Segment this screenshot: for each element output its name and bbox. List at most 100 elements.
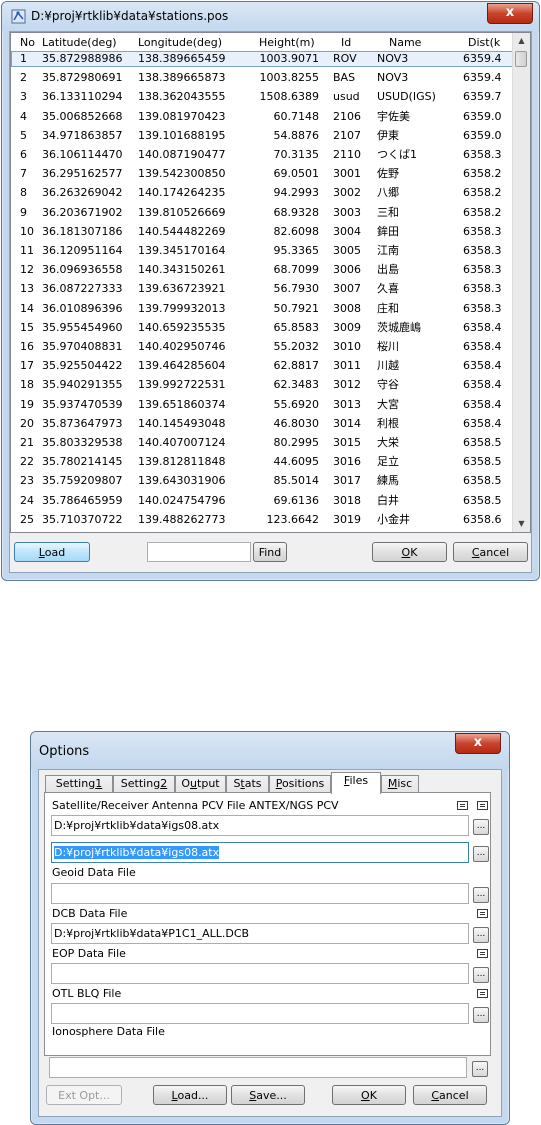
cell-name: 佐野	[377, 167, 399, 181]
table-row[interactable]: 14 36.010896396 139.799932013 50.7921 3008 庄和…	[11, 301, 513, 317]
cell-id: 3015	[333, 436, 361, 449]
browse-ionosphere-button[interactable]: ...	[472, 1061, 488, 1077]
column-header-dist[interactable]: Dist(k	[468, 36, 508, 49]
ionosphere-data-file-field[interactable]	[49, 1057, 467, 1078]
cell-no: 9	[20, 205, 27, 219]
cell-latitude: 34.971863857	[42, 128, 123, 142]
options-load-button[interactable]: Load...	[153, 1085, 227, 1105]
cancel-button[interactable]: Cancel	[453, 542, 528, 562]
cell-height: 1003.9071	[259, 52, 320, 65]
receiver-antenna-pcv-file-field[interactable]: D:¥proj¥rtklib¥data¥igs08.atx	[51, 842, 469, 863]
view-otl-file-icon[interactable]	[477, 989, 488, 998]
view-dcb-file-icon[interactable]	[477, 909, 488, 918]
stations-list[interactable]: No Latitude(deg) Longitude(deg) Height(m…	[10, 32, 531, 533]
cell-longitude: 139.345170164	[138, 244, 226, 257]
cell-longitude: 139.488262773	[138, 512, 226, 526]
table-row[interactable]: 12 36.096936558 140.343150261 68.7099 3006 出島…	[11, 262, 513, 278]
scroll-up-arrow-icon[interactable]: ▲	[513, 33, 530, 49]
browse-geoid-button[interactable]: ...	[473, 887, 489, 903]
cell-id: 3017	[333, 474, 361, 488]
options-save-button[interactable]: Save...	[231, 1085, 305, 1105]
geoid-data-file-field[interactable]	[51, 883, 469, 904]
table-row[interactable]: 13 36.087227333 139.636723921 56.7930 3007 久喜…	[11, 281, 513, 297]
cell-height: 56.7930	[273, 282, 320, 296]
view-satellite-antenna-file-icon[interactable]	[457, 801, 468, 810]
view-receiver-antenna-file-icon[interactable]	[477, 801, 488, 810]
column-header-height[interactable]: Height(m)	[259, 36, 332, 49]
cell-longitude: 138.389665873	[138, 71, 226, 85]
table-row[interactable]: 18 35.940291355 139.992722531 62.3483 3012 守谷…	[11, 377, 513, 393]
cell-id: 2107	[333, 128, 361, 142]
dcb-data-file-field[interactable]: D:¥proj¥rtklib¥data¥P1C1_ALL.DCB	[51, 923, 469, 944]
stations-close-button[interactable]: x	[487, 3, 533, 24]
ext-opt-button[interactable]: Ext Opt...	[46, 1085, 122, 1105]
cell-name: 鉾田	[377, 224, 399, 238]
browse-satellite-antenna-button[interactable]: ...	[473, 819, 489, 835]
tab-output[interactable]: Output	[175, 775, 226, 793]
stations-titlebar[interactable]: D:¥proj¥rtklib¥data¥stations.pos x	[2, 2, 539, 31]
find-button[interactable]: Find	[253, 542, 287, 562]
find-input[interactable]	[147, 542, 251, 562]
otl-blq-file-field[interactable]	[51, 1003, 469, 1024]
table-row[interactable]: 10 36.181307186 140.544482269 82.6098 3004 鉾田…	[11, 224, 513, 240]
satellite-antenna-pcv-file-field[interactable]: D:¥proj¥rtklib¥data¥igs08.atx	[51, 815, 469, 836]
tab-misc[interactable]: Misc	[381, 775, 419, 793]
table-row[interactable]: 15 35.955454960 140.659235535 65.8583 3009 茨城…	[11, 320, 513, 336]
table-row[interactable]: 3 36.133110294 138.362043555 1508.6389 usud U…	[11, 89, 513, 105]
cell-latitude: 35.955454960	[42, 320, 123, 334]
column-header-longitude[interactable]: Longitude(deg)	[138, 36, 246, 49]
table-row[interactable]: 11 36.120951164 139.345170164 95.3365 3005 江南…	[11, 243, 513, 259]
table-row[interactable]: 4 35.006852668 139.081970423 60.7148 2106 宇佐美…	[11, 109, 513, 125]
column-header-latitude[interactable]: Latitude(deg)	[42, 36, 138, 49]
tab-positions[interactable]: Positions	[269, 775, 331, 793]
table-row[interactable]: 9 36.203671902 139.810526669 68.9328 3003 三和 6…	[11, 205, 513, 221]
table-row[interactable]: 7 36.295162577 139.542300850 69.0501 3001 佐野 6…	[11, 166, 513, 182]
table-row[interactable]: 22 35.780214145 139.812811848 44.6095 3016 足立…	[11, 454, 513, 470]
options-cancel-button[interactable]: Cancel	[413, 1085, 487, 1105]
table-row[interactable]: 20 35.873647973 140.145493048 46.8030 3014 利根…	[11, 416, 513, 432]
column-header-id[interactable]: Id	[341, 36, 383, 49]
table-row[interactable]: 1 35.872988986 138.389665459 1003.9071 ROV NO…	[11, 51, 513, 67]
column-header-name[interactable]: Name	[389, 36, 475, 49]
browse-dcb-button[interactable]: ...	[473, 927, 489, 943]
view-eop-file-icon[interactable]	[477, 949, 488, 958]
options-titlebar[interactable]: Options x	[31, 732, 509, 769]
ok-button[interactable]: OK	[372, 542, 447, 562]
eop-data-file-field[interactable]	[51, 963, 469, 984]
column-header-no[interactable]: No	[20, 36, 42, 49]
table-row[interactable]: 25 35.710370722 139.488262773 123.6642 3019 小…	[11, 512, 513, 528]
options-ok-button[interactable]: OK	[332, 1085, 406, 1105]
table-row[interactable]: 21 35.803329538 140.407007124 80.2995 3015 大栄…	[11, 435, 513, 451]
table-row[interactable]: 24 35.786465959 140.024754796 69.6136 3018 白井…	[11, 493, 513, 509]
dcb-data-file-label: DCB Data File	[52, 907, 128, 920]
table-row[interactable]: 19 35.937470539 139.651860374 55.6920 3013 大宮…	[11, 397, 513, 413]
table-row[interactable]: 17 35.925504422 139.464285604 62.8817 3011 川越…	[11, 358, 513, 374]
table-row[interactable]: 8 36.263269042 140.174264235 94.2993 3002 八郷 6…	[11, 185, 513, 201]
table-row[interactable]: 2 35.872980691 138.389665873 1003.8255 BAS NO…	[11, 70, 513, 86]
table-row[interactable]: 16 35.970408831 140.402950746 55.2032 3010 桜川…	[11, 339, 513, 355]
tab-stats[interactable]: Stats	[226, 775, 269, 793]
options-close-button[interactable]: x	[455, 733, 501, 754]
table-row[interactable]: 5 34.971863857 139.101688195 54.8876 2107 伊東 6…	[11, 128, 513, 144]
scroll-thumb[interactable]	[515, 51, 527, 67]
cell-dist: 6359.4	[463, 52, 502, 65]
tab-files[interactable]: Files	[331, 772, 381, 794]
scroll-down-arrow-icon[interactable]: ▼	[513, 516, 530, 532]
cell-no: 16	[20, 340, 34, 353]
stations-vertical-scrollbar[interactable]: ▲ ▼	[512, 33, 530, 532]
tab-setting1[interactable]: Setting1	[45, 775, 113, 793]
cell-latitude: 35.970408831	[42, 340, 123, 353]
cell-name: 宇佐美	[377, 109, 410, 123]
cell-no: 18	[20, 378, 34, 392]
cell-latitude: 36.133110294	[42, 90, 123, 104]
browse-eop-button[interactable]: ...	[473, 967, 489, 983]
cell-name: 川越	[377, 359, 399, 373]
stations-list-header: No Latitude(deg) Longitude(deg) Height(m…	[11, 33, 513, 51]
table-row[interactable]: 23 35.759209807 139.643031906 85.5014 3017 練馬…	[11, 473, 513, 489]
tab-setting2[interactable]: Setting2	[113, 775, 175, 793]
browse-otl-button[interactable]: ...	[473, 1007, 489, 1023]
load-button[interactable]: Load	[14, 542, 90, 562]
browse-receiver-antenna-button[interactable]: ...	[473, 846, 489, 862]
cell-name: 三和	[377, 205, 399, 219]
table-row[interactable]: 6 36.106114470 140.087190477 70.3135 2110 つくば…	[11, 147, 513, 163]
